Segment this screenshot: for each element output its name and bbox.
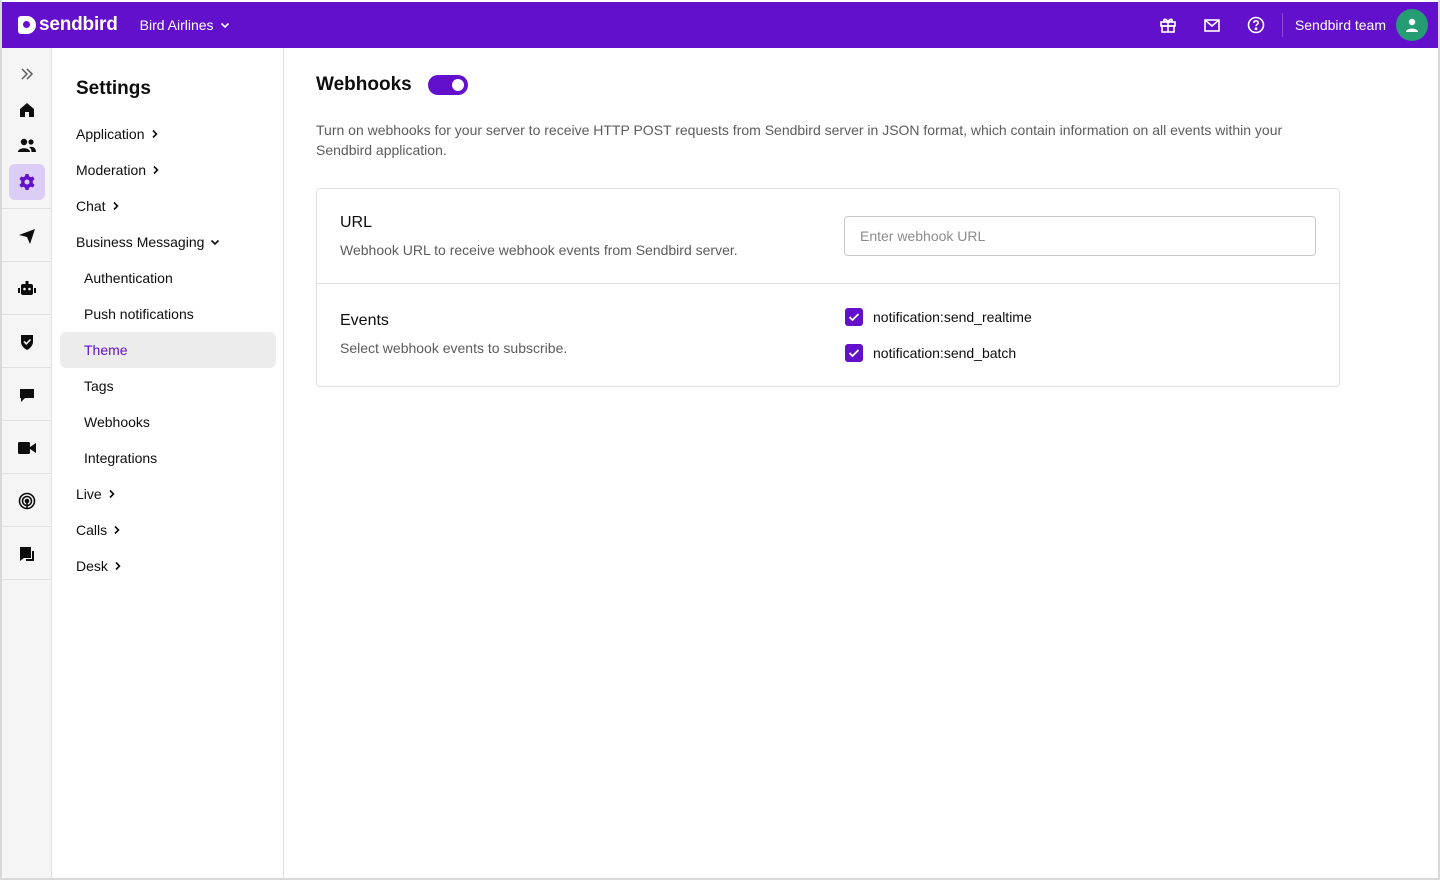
settings-title: Settings	[76, 78, 151, 99]
nav-item-chat[interactable]: Chat	[76, 188, 120, 224]
nav-item-label: Chat	[76, 198, 106, 214]
logo-text: sendbird	[39, 14, 118, 35]
event-label: notification:send_batch	[873, 345, 1017, 361]
nav-item-business-messaging[interactable]: Business Messaging	[76, 224, 220, 260]
bot-icon[interactable]	[2, 275, 52, 303]
rail-divider	[2, 473, 52, 474]
url-row: URL Webhook URL to receive webhook event…	[317, 189, 1339, 284]
nav-item-label: Business Messaging	[76, 234, 205, 250]
nav-item-label: Application	[76, 126, 145, 142]
settings-nav: Settings Application Moderation Chat Bus…	[52, 48, 284, 878]
nav-item-label: Moderation	[76, 162, 147, 178]
nav-item-live[interactable]: Live	[76, 476, 116, 512]
gift-icon[interactable]	[1146, 2, 1190, 48]
event-label: notification:send_realtime	[873, 309, 1032, 325]
topbar-divider	[1281, 13, 1283, 37]
chevron-right-icon	[112, 201, 120, 211]
chevron-right-icon	[114, 561, 122, 571]
users-icon[interactable]	[2, 132, 52, 160]
home-icon[interactable]	[2, 96, 52, 124]
webhooks-toggle[interactable]	[427, 75, 468, 95]
help-icon[interactable]	[1234, 2, 1278, 48]
rail-divider	[2, 579, 52, 580]
nav-item-label: Live	[76, 486, 102, 502]
event-checkbox-send-batch[interactable]: notification:send_batch	[845, 344, 1016, 362]
chevron-right-icon	[151, 129, 159, 139]
video-icon[interactable]	[2, 434, 52, 462]
events-label: Events	[340, 312, 389, 329]
nav-sub-push-notifications[interactable]: Push notifications	[60, 296, 276, 332]
shield-icon[interactable]	[2, 328, 52, 356]
nav-item-calls[interactable]: Calls	[76, 512, 121, 548]
url-sublabel: Webhook URL to receive webhook events fr…	[340, 242, 738, 258]
avatar[interactable]	[1396, 9, 1428, 41]
logo-mark-icon	[18, 16, 36, 34]
send-icon[interactable]	[2, 222, 52, 250]
rail-divider	[2, 420, 52, 421]
checkbox-checked-icon	[845, 308, 863, 326]
mail-icon[interactable]	[1190, 2, 1234, 48]
events-row: Events Select webhook events to subscrib…	[317, 284, 1339, 386]
events-sublabel: Select webhook events to subscribe.	[340, 340, 568, 356]
rail-divider	[2, 261, 52, 262]
app-switcher[interactable]: Bird Airlines	[140, 17, 230, 33]
event-checkbox-send-realtime[interactable]: notification:send_realtime	[845, 308, 1032, 326]
nav-item-label: Desk	[76, 558, 108, 574]
nav-sub-integrations[interactable]: Integrations	[60, 440, 276, 476]
chevron-right-icon	[152, 165, 160, 175]
nav-item-moderation[interactable]: Moderation	[76, 152, 160, 188]
nav-sub-authentication[interactable]: Authentication	[60, 260, 276, 296]
desk-icon[interactable]	[2, 540, 52, 568]
webhook-url-input[interactable]	[844, 216, 1316, 256]
page-description: Turn on webhooks for your server to rece…	[316, 122, 1283, 158]
nav-item-application[interactable]: Application	[76, 116, 159, 152]
nav-item-label: Calls	[76, 522, 108, 538]
nav-sub-webhooks[interactable]: Webhooks	[60, 404, 276, 440]
checkbox-checked-icon	[845, 344, 863, 362]
expand-icon[interactable]	[2, 62, 52, 86]
settings-icon[interactable]	[2, 164, 52, 200]
nav-item-desk[interactable]: Desk	[76, 548, 122, 584]
rail-divider	[2, 526, 52, 527]
chevron-down-icon	[210, 237, 220, 247]
user-name[interactable]: Sendbird team	[1295, 17, 1386, 33]
rail-divider	[2, 314, 52, 315]
live-icon[interactable]	[2, 487, 52, 515]
rail-divider	[2, 367, 52, 368]
rail-divider	[2, 208, 52, 209]
icon-rail	[2, 48, 52, 878]
sendbird-logo[interactable]: sendbird	[18, 14, 118, 36]
webhooks-card: URL Webhook URL to receive webhook event…	[316, 188, 1340, 387]
title-row: Webhooks	[316, 74, 468, 96]
app-name: Bird Airlines	[139, 17, 214, 33]
chat-icon[interactable]	[2, 381, 52, 409]
nav-sub-tags[interactable]: Tags	[60, 368, 276, 404]
nav-sub-theme[interactable]: Theme	[60, 332, 276, 368]
chevron-down-icon	[220, 20, 230, 30]
chevron-right-icon	[113, 525, 121, 535]
active-highlight	[9, 164, 45, 200]
page-title: Webhooks	[316, 74, 412, 95]
chevron-right-icon	[108, 489, 116, 499]
top-bar: sendbird Bird Airlines Sendbird team	[2, 2, 1438, 48]
url-label: URL	[340, 214, 373, 231]
